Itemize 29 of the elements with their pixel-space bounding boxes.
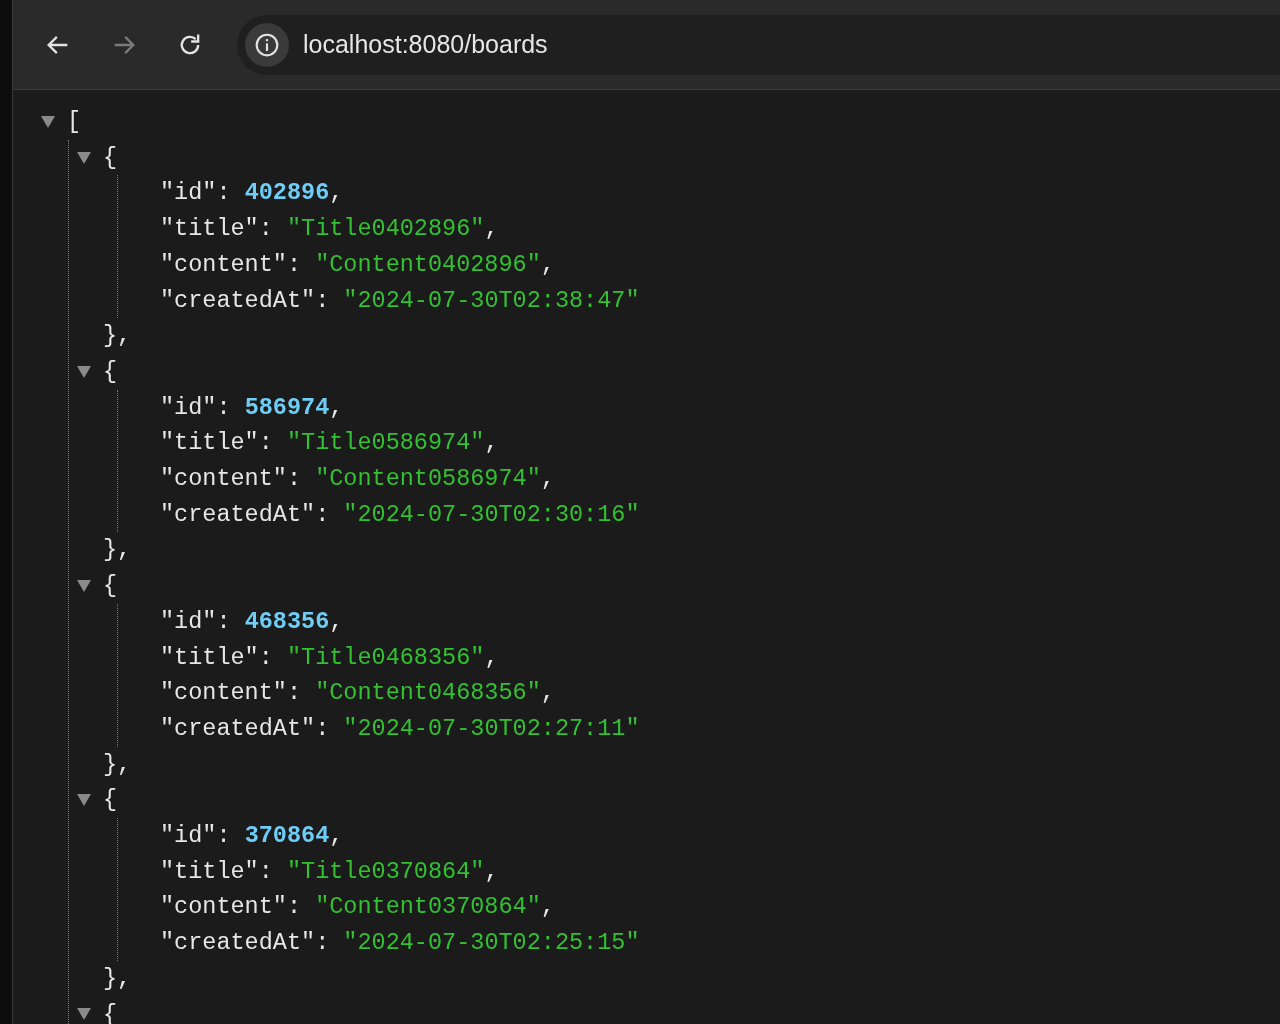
brace: }, [102,535,132,566]
brace: { [103,571,118,602]
brace: { [103,785,118,816]
brace: }, [102,963,132,994]
json-property: "createdAt": "2024-07-30T02:25:15" [160,928,640,959]
info-icon [254,31,280,58]
json-property: "content": "Content0468356", [160,678,555,709]
site-info-button[interactable] [245,22,289,67]
json-property: "content": "Content0586974", [160,464,555,495]
brace: { [103,356,118,387]
json-property: "createdAt": "2024-07-30T02:30:16" [160,499,640,530]
brace: }, [102,749,132,780]
json-property: "id": 586974, [160,392,344,423]
json-property: "createdAt": "2024-07-30T02:38:47" [160,285,640,316]
json-property: "id": 468356, [160,606,344,637]
bracket: [ [67,107,82,137]
url-text: localhost:8080/boards [303,28,548,60]
json-property: "content": "Content0370864", [160,892,555,923]
json-property: "title": "Title0468356", [160,642,499,673]
json-property: "title": "Title0402896", [160,214,499,245]
json-property: "id": 370864, [160,821,344,852]
json-property: "title": "Title0586974", [160,428,499,459]
json-property: "createdAt": "2024-07-30T02:27:11" [160,713,640,744]
brace: { [103,142,118,173]
json-property: "title": "Title0370864", [160,856,499,887]
brace: }, [102,321,132,352]
json-property: "id": 402896, [160,178,344,209]
json-property: "content": "Content0402896", [160,249,555,280]
address-bar[interactable]: localhost:8080/boards [237,14,1280,75]
